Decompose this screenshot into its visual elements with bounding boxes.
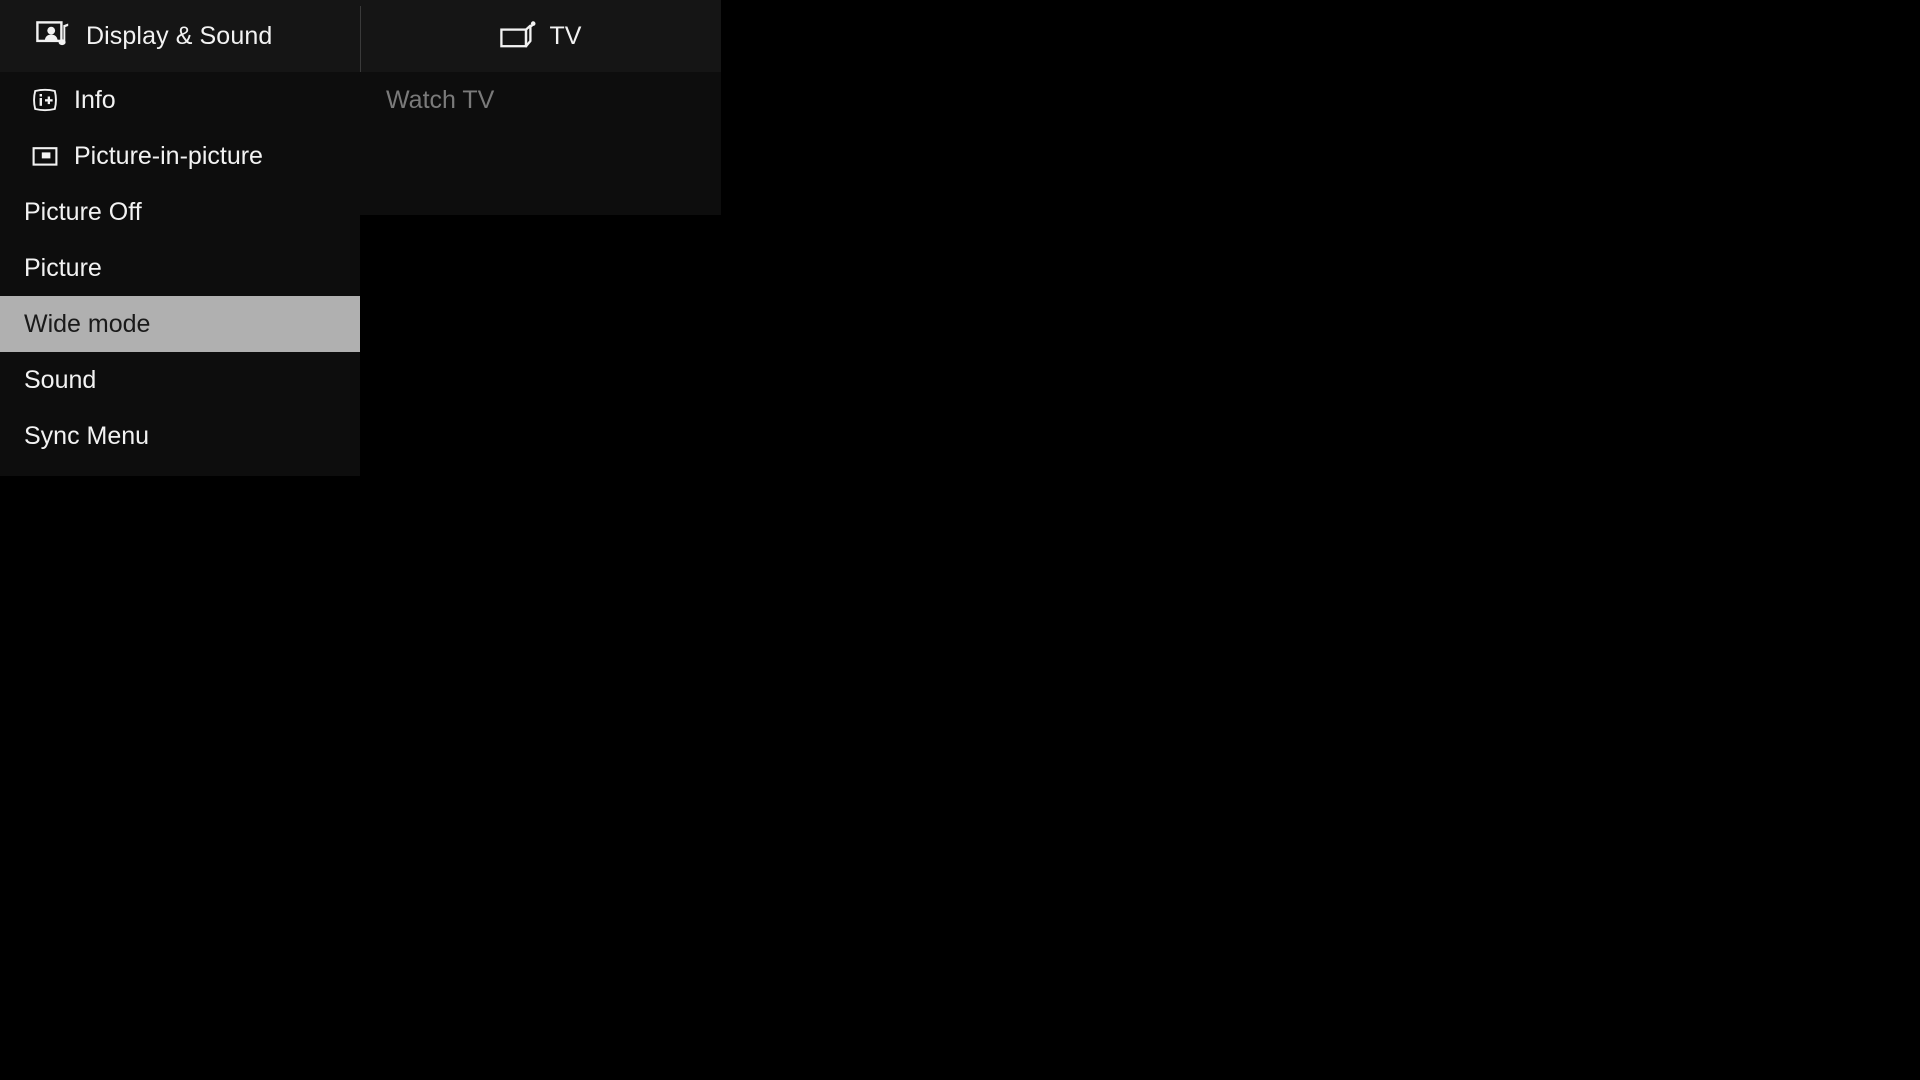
menu-item-picture-off[interactable]: Picture Off bbox=[0, 184, 360, 240]
menu-item-watch-tv-label: Watch TV bbox=[386, 85, 495, 114]
menu-item-picture-off-label: Picture Off bbox=[24, 197, 142, 226]
menu-item-wide-mode[interactable]: Wide mode bbox=[0, 296, 360, 352]
menu-item-picture-label: Picture bbox=[24, 253, 102, 282]
tv-header-label: TV bbox=[549, 21, 582, 50]
menu-item-sync-menu[interactable]: Sync Menu bbox=[0, 408, 360, 464]
menu-item-sound-label: Sound bbox=[24, 365, 97, 394]
menu-item-info[interactable]: Info bbox=[0, 72, 360, 128]
menu-item-picture-in-picture-label: Picture-in-picture bbox=[74, 141, 263, 170]
tv-menu-screen: Display & Sound Info Picture-in-picture … bbox=[0, 0, 1920, 1080]
info-icon bbox=[33, 88, 57, 112]
picture-in-picture-icon bbox=[32, 147, 58, 166]
tv-panel: TV Watch TV bbox=[360, 0, 721, 215]
tv-header: TV bbox=[360, 0, 721, 72]
menu-item-wide-mode-label: Wide mode bbox=[24, 309, 151, 338]
display-and-sound-header-label: Display & Sound bbox=[86, 21, 273, 50]
display-sound-icon bbox=[36, 21, 69, 46]
menu-item-info-label: Info bbox=[74, 85, 116, 114]
menu-item-picture[interactable]: Picture bbox=[0, 240, 360, 296]
menu-item-sound[interactable]: Sound bbox=[0, 352, 360, 408]
menu-item-sync-menu-label: Sync Menu bbox=[24, 421, 150, 450]
display-and-sound-header: Display & Sound bbox=[0, 0, 360, 72]
panel-divider bbox=[360, 6, 361, 72]
tv-icon bbox=[499, 21, 536, 48]
display-and-sound-menu-list: Info Picture-in-picture Picture Off Pict… bbox=[0, 72, 360, 464]
menu-item-picture-in-picture[interactable]: Picture-in-picture bbox=[0, 128, 360, 184]
menu-item-watch-tv[interactable]: Watch TV bbox=[360, 72, 721, 128]
tv-menu-list: Watch TV bbox=[360, 72, 721, 128]
display-and-sound-panel: Display & Sound Info Picture-in-picture … bbox=[0, 0, 360, 476]
